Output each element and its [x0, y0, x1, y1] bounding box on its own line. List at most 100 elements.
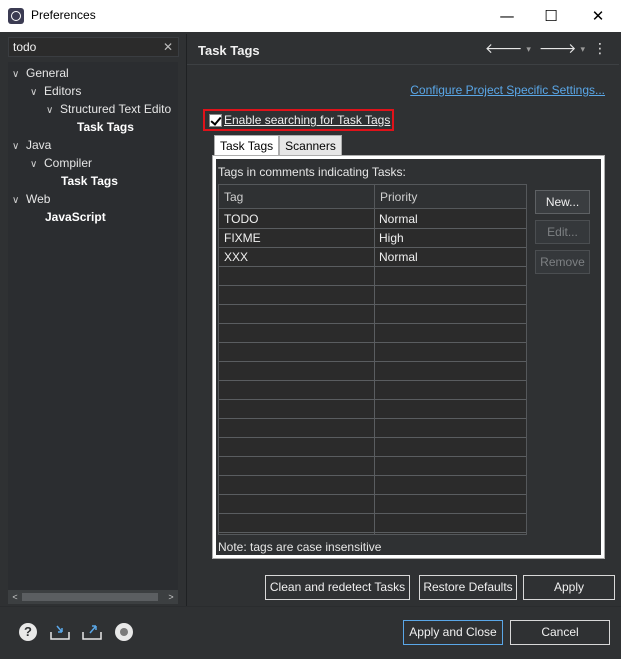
- chevron-down-icon[interactable]: ∨: [30, 84, 44, 102]
- chevron-down-icon[interactable]: ∨: [46, 102, 60, 120]
- back-dropdown-icon[interactable]: ▾: [526, 44, 531, 57]
- priority-cell: High: [379, 231, 404, 245]
- tree-item-editors[interactable]: ∨ Editors: [30, 82, 81, 100]
- page-navigation: 🡐 ▾ 🡒 ▾ ⋮: [485, 40, 607, 57]
- table-header: Tag Priority: [219, 185, 526, 209]
- table-row-empty: [219, 514, 526, 533]
- table-row[interactable]: XXX Normal: [219, 248, 526, 267]
- table-row-empty: [219, 267, 526, 286]
- maximize-button[interactable]: ☐: [528, 0, 574, 32]
- restore-defaults-button[interactable]: Restore Defaults: [419, 575, 517, 600]
- table-row-empty: [219, 305, 526, 324]
- tree-item-label: Web: [26, 192, 51, 206]
- footer-separator: [0, 606, 621, 607]
- scroll-right-icon[interactable]: >: [164, 590, 178, 604]
- help-icon[interactable]: ?: [17, 622, 39, 642]
- tree-item-task-tags-general[interactable]: Task Tags: [77, 118, 134, 136]
- case-insensitive-note: Note: tags are case insensitive: [218, 540, 382, 554]
- table-row-empty: [219, 495, 526, 514]
- preference-tree-pane: todo ✕ ∨ General ∨ Editors ∨ Structured Tex…: [4, 34, 186, 606]
- table-row[interactable]: FIXME High: [219, 229, 526, 248]
- title-bar: Preferences — ☐ ✕: [0, 0, 621, 32]
- table-row-empty: [219, 362, 526, 381]
- forward-arrow-icon[interactable]: 🡒: [539, 40, 577, 57]
- tree-item-label: JavaScript: [45, 210, 106, 224]
- enable-searching-label[interactable]: Enable searching for Task Tags: [224, 113, 390, 127]
- table-row-empty: [219, 457, 526, 476]
- tree-item-javascript[interactable]: JavaScript: [45, 208, 106, 226]
- forward-dropdown-icon[interactable]: ▾: [580, 44, 585, 57]
- tab-task-tags[interactable]: Task Tags: [214, 135, 280, 157]
- configure-project-settings-link[interactable]: Configure Project Specific Settings...: [410, 83, 605, 97]
- clear-filter-icon[interactable]: ✕: [161, 40, 175, 54]
- table-row-empty: [219, 343, 526, 362]
- export-glyph: [82, 625, 102, 640]
- chevron-down-icon[interactable]: ∨: [12, 192, 26, 210]
- chevron-down-icon[interactable]: ∨: [12, 138, 26, 156]
- tree-item-label: Task Tags: [61, 174, 118, 188]
- new-tag-button[interactable]: New...: [535, 190, 590, 214]
- scrollbar-thumb[interactable]: [22, 593, 158, 601]
- table-row[interactable]: TODO Normal: [219, 210, 526, 229]
- task-tags-table[interactable]: Tag Priority TODO Normal FIXME High XXX Nor…: [218, 184, 527, 535]
- tab-bar: Task Tags Scanners: [214, 135, 342, 157]
- table-row-empty: [219, 419, 526, 438]
- table-row-empty: [219, 324, 526, 343]
- tree-item-general[interactable]: ∨ General: [12, 64, 69, 82]
- tab-panel: Tags in comments indicating Tasks: Tag P…: [212, 155, 605, 559]
- import-glyph: [50, 625, 70, 640]
- chevron-down-icon[interactable]: ∨: [12, 66, 26, 84]
- enable-searching-checkbox[interactable]: Enable searching for Task Tags: [203, 109, 394, 131]
- column-header-priority[interactable]: Priority: [374, 185, 526, 209]
- clean-redetect-button[interactable]: Clean and redetect Tasks: [265, 575, 410, 600]
- export-icon[interactable]: [81, 622, 103, 642]
- tree-item-java[interactable]: ∨ Java: [12, 136, 51, 154]
- tree-item-web[interactable]: ∨ Web: [12, 190, 50, 208]
- record-icon[interactable]: [113, 622, 135, 642]
- table-row-empty: [219, 286, 526, 305]
- table-row-empty: [219, 438, 526, 457]
- minimize-button[interactable]: —: [484, 0, 530, 32]
- tree-item-label: Compiler: [44, 156, 93, 170]
- remove-tag-button[interactable]: Remove: [535, 250, 590, 274]
- preference-tree: ∨ General ∨ Editors ∨ Structured Text Edito…: [8, 62, 178, 590]
- close-button[interactable]: ✕: [575, 0, 621, 32]
- preference-page: Task Tags 🡐 ▾ 🡒 ▾ ⋮ Configure Project Sp…: [187, 34, 619, 606]
- tree-item-label: Task Tags: [77, 120, 134, 134]
- tree-item-label: Structured Text Edito: [60, 102, 172, 116]
- tag-cell: TODO: [224, 212, 259, 226]
- scroll-left-icon[interactable]: <: [8, 590, 22, 604]
- chevron-down-icon[interactable]: ∨: [30, 156, 44, 174]
- table-row-empty: [219, 476, 526, 495]
- column-header-tag[interactable]: Tag: [219, 185, 374, 209]
- import-icon[interactable]: [49, 622, 71, 642]
- cancel-button[interactable]: Cancel: [510, 620, 610, 645]
- window-title: Preferences: [31, 8, 96, 22]
- footer-toolbar: ?: [17, 622, 135, 642]
- apply-button[interactable]: Apply: [523, 575, 615, 600]
- horizontal-scrollbar[interactable]: < >: [8, 590, 178, 604]
- tree-item-compiler[interactable]: ∨ Compiler: [30, 154, 92, 172]
- priority-cell: Normal: [379, 212, 418, 226]
- tags-heading: Tags in comments indicating Tasks:: [218, 165, 406, 179]
- apply-and-close-button[interactable]: Apply and Close: [403, 620, 503, 645]
- tree-item-label: General: [26, 66, 69, 80]
- tree-item-label: Java: [26, 138, 52, 152]
- tag-cell: FIXME: [224, 231, 261, 245]
- header-separator: [187, 64, 619, 65]
- tree-item-structured-text-editors[interactable]: ∨ Structured Text Edito: [46, 100, 171, 118]
- eclipse-icon: [8, 8, 24, 24]
- page-title: Task Tags: [198, 43, 260, 58]
- filter-input[interactable]: todo: [8, 37, 179, 57]
- checkbox-checked-icon[interactable]: [209, 113, 222, 127]
- tree-item-task-tags-java[interactable]: Task Tags: [61, 172, 118, 190]
- edit-tag-button[interactable]: Edit...: [535, 220, 590, 244]
- view-menu-icon[interactable]: ⋮: [593, 40, 607, 57]
- tab-scanners[interactable]: Scanners: [279, 135, 342, 156]
- task-tags-panel: Tags in comments indicating Tasks: Tag P…: [216, 159, 601, 555]
- tag-cell: XXX: [224, 250, 249, 264]
- back-arrow-icon[interactable]: 🡐: [485, 40, 523, 57]
- table-row-empty: [219, 381, 526, 400]
- table-row-empty: [219, 400, 526, 419]
- record-glyph: [115, 623, 133, 641]
